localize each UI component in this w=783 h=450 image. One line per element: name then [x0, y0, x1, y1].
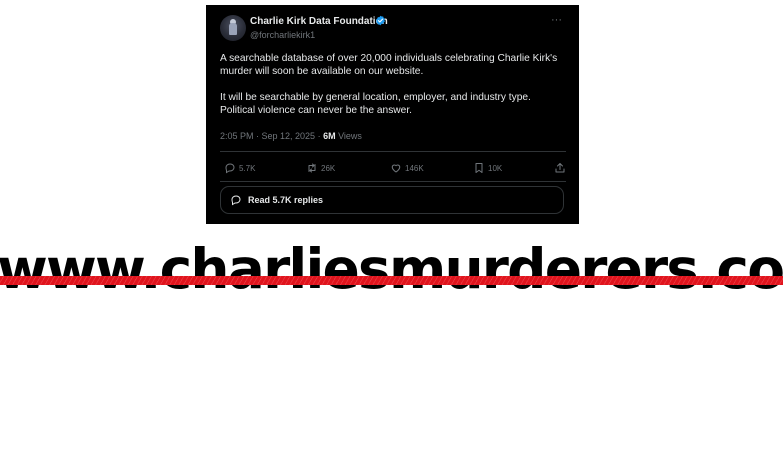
views-count: 6M	[323, 131, 336, 141]
share-icon	[555, 163, 565, 173]
action-bar: 5.7K 26K 146K 10K	[220, 160, 566, 176]
share-button[interactable]	[554, 160, 566, 176]
bookmark-icon	[475, 163, 483, 173]
read-replies-label: Read 5.7K replies	[248, 195, 324, 205]
url-text: www.charliesmurderers.com	[0, 244, 783, 301]
reply-count: 5.7K	[239, 163, 256, 173]
reply-icon	[225, 163, 235, 174]
divider	[220, 151, 566, 152]
tweet-body: A searchable database of over 20,000 ind…	[220, 52, 560, 117]
verified-badge-icon	[376, 15, 385, 26]
tweet-paragraph: It will be searchable by general locatio…	[220, 92, 531, 116]
tweet-paragraph: A searchable database of over 20,000 ind…	[220, 53, 558, 77]
repost-count: 26K	[321, 163, 336, 173]
handle[interactable]: @forcharliekirk1	[250, 30, 315, 40]
page: Charlie Kirk Data Foundation @forcharlie…	[0, 0, 783, 450]
like-count: 146K	[405, 163, 424, 173]
read-replies-button[interactable]: Read 5.7K replies	[220, 186, 564, 214]
tweet-card[interactable]: Charlie Kirk Data Foundation @forcharlie…	[206, 5, 579, 224]
avatar-figure	[229, 23, 237, 35]
reply-button[interactable]: 5.7K	[224, 160, 255, 176]
heart-icon	[391, 164, 401, 173]
repost-icon	[308, 163, 316, 173]
views-label: Views	[335, 131, 362, 141]
repost-button[interactable]: 26K	[306, 160, 335, 176]
display-name[interactable]: Charlie Kirk Data Foundation	[250, 16, 388, 27]
bookmark-count: 10K	[488, 163, 503, 173]
divider	[220, 181, 566, 182]
reply-icon	[231, 195, 241, 206]
bookmark-button[interactable]: 10K	[473, 160, 502, 176]
tweet-meta: 2:05 PM · Sep 12, 2025 · 6M Views	[220, 131, 362, 141]
profile-avatar[interactable]	[220, 15, 246, 41]
timestamp[interactable]: 2:05 PM · Sep 12, 2025 ·	[220, 131, 323, 141]
like-button[interactable]: 146K	[390, 160, 424, 176]
strikethrough-line	[0, 276, 783, 285]
more-icon[interactable]: ···	[551, 14, 562, 26]
